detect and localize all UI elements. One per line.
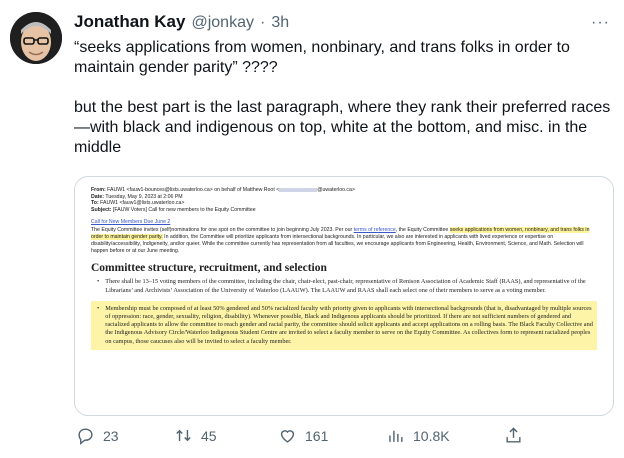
like-button[interactable]: 161	[278, 426, 328, 445]
email-date-line: Date: Tuesday, May 9, 2023 at 2:06 PM	[91, 194, 597, 201]
author-avatar[interactable]	[10, 12, 62, 64]
share-button[interactable]	[504, 426, 523, 445]
author-name[interactable]: Jonathan Kay	[74, 12, 185, 32]
intro-part-c: In addition, the Committee will prioriti…	[91, 233, 584, 254]
terms-link[interactable]: terms of reference	[354, 227, 396, 233]
dot-separator: ·	[259, 14, 266, 31]
repost-icon	[176, 429, 191, 442]
intro-part-b: , the Equity Committee	[395, 227, 449, 234]
views-button[interactable]: 10.8K	[386, 426, 450, 445]
to-value: FAUW1 <fauw1@lists.uwaterloo.ca>	[100, 200, 185, 207]
to-label: To:	[91, 200, 99, 207]
tweet-paragraph-2: but the best part is the last paragraph,…	[74, 99, 611, 156]
date-value: Tuesday, May 9, 2023 at 2:06 PM	[105, 193, 183, 200]
tweet-text: “seeks applications from women, nonbinar…	[74, 38, 614, 158]
share-icon	[506, 427, 521, 443]
from-value-end: @uwaterloo.ca>	[317, 187, 355, 193]
subject-label: Subject:	[91, 206, 112, 213]
views-icon	[389, 430, 403, 442]
date-label: Date:	[91, 193, 104, 200]
views-count: 10.8K	[413, 427, 450, 444]
reply-button[interactable]: 23	[76, 426, 119, 445]
intro-paragraph: The Equity Committee invites (self)nomin…	[91, 227, 597, 254]
more-options-icon[interactable]: ···	[591, 14, 610, 32]
from-label: From:	[91, 187, 106, 193]
tweet-header: Jonathan Kay @jonkay · 3h	[74, 12, 289, 34]
bullet-text-1: There shall be 13–15 voting members of t…	[105, 278, 586, 294]
author-handle[interactable]: @jonkay	[191, 14, 254, 32]
email-document: From: FAUW1 <fauw1-bounces@lists.uwaterl…	[91, 187, 597, 350]
email-from-line: From: FAUW1 <fauw1-bounces@lists.uwaterl…	[91, 187, 597, 194]
section-title: Committee structure, recruitment, and se…	[91, 262, 327, 275]
bullet-item-2: • Membership must be composed of at leas…	[91, 300, 597, 350]
bullet-item-1: • There shall be 13–15 voting members of…	[91, 278, 597, 294]
intro-part-a: The Equity Committee invites (self)nomin…	[91, 227, 354, 234]
redacted-email	[279, 187, 318, 192]
like-count: 161	[305, 427, 329, 444]
email-subject-line: Subject: [FAUW Voters] Call for new memb…	[91, 207, 597, 214]
from-value: FAUW1 <fauw1-bounces@lists.uwaterloo.ca>…	[107, 187, 280, 193]
bullet-text-2: Membership must be composed of at least …	[105, 304, 593, 345]
due-heading: Call for New Members Due June 2	[91, 219, 597, 226]
reply-icon	[78, 428, 93, 445]
like-icon	[280, 430, 295, 443]
due-heading-text: Call for New Members Due June 2	[91, 219, 171, 226]
bullet-dot: •	[97, 278, 100, 286]
timestamp[interactable]: 3h	[271, 14, 289, 32]
repost-count: 45	[201, 427, 217, 444]
bullet-dot: •	[97, 304, 100, 312]
email-to-line: To: FAUW1 <fauw1@lists.uwaterloo.ca>	[91, 200, 597, 207]
subject-value: [FAUW Voters] Call for new members to th…	[112, 206, 256, 213]
repost-button[interactable]: 45	[174, 426, 217, 445]
action-bar: 23 45 161 10.8K	[74, 426, 604, 448]
reply-count: 23	[103, 427, 119, 444]
attached-image[interactable]: From: FAUW1 <fauw1-bounces@lists.uwaterl…	[74, 176, 614, 416]
tweet-paragraph-1: “seeks applications from women, nonbinar…	[74, 39, 570, 76]
